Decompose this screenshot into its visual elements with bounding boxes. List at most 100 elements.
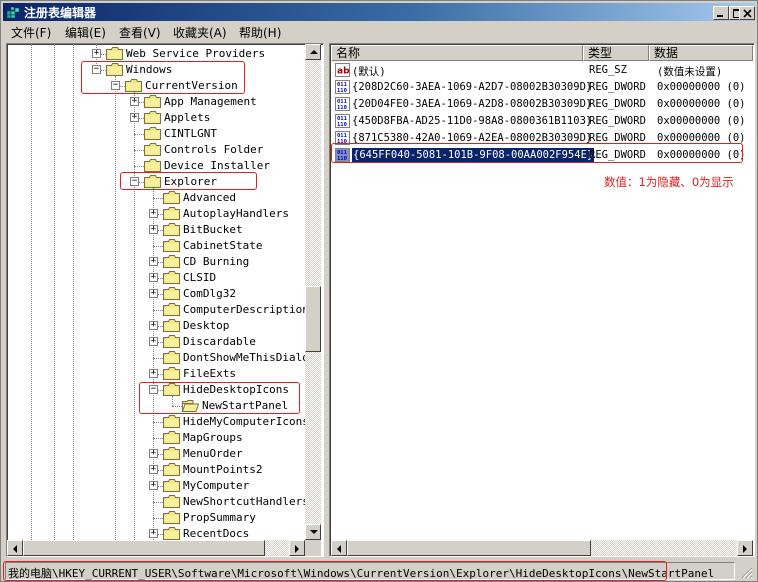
expander-glyph: + (131, 112, 138, 122)
list-scroll-left-button[interactable] (331, 540, 347, 556)
value-data: (数值未设置) (657, 66, 723, 78)
tree-node[interactable]: + MountPoints2 (7, 462, 305, 478)
tree-node[interactable]: HideMyComputerIcons (7, 414, 309, 430)
expand-icon[interactable]: + (149, 224, 158, 234)
menu-help[interactable]: 帮助(H) (239, 24, 281, 41)
expand-icon[interactable]: + (149, 336, 158, 346)
tree-node[interactable]: PropSummary (7, 510, 305, 526)
tree-node[interactable]: + BitBucket (7, 222, 305, 238)
list-horizontal-scrollbar[interactable] (331, 540, 753, 556)
tree-node-label: CabinetState (183, 239, 263, 252)
expander-glyph: + (150, 272, 157, 282)
value-row[interactable]: 011 110 {20D04FE0-3AEA-1069-A2D8-08002B303… (332, 96, 752, 113)
minimize-button[interactable] (713, 6, 729, 20)
tree-node[interactable]: + ComDlg32 (7, 286, 305, 302)
expand-icon[interactable]: + (149, 288, 158, 298)
value-row[interactable]: 011 110 {871C5380-42A0-1069-A2EA-08002B303… (332, 130, 752, 147)
tree-node[interactable]: − HideDesktopIcons (7, 382, 305, 398)
tree-vertical-scrollbar[interactable] (305, 44, 321, 540)
collapse-icon[interactable]: − (130, 176, 139, 186)
tree-node[interactable]: CINTLGNT (7, 126, 305, 142)
tree-node[interactable]: + MyComputer (7, 478, 305, 494)
value-row[interactable]: 011 110 {208D2C60-3AEA-1069-A2D7-08002B303… (332, 79, 752, 96)
tree-node[interactable]: + AutoplayHandlers (7, 206, 305, 222)
title-bar[interactable]: 注册表编辑器 (3, 3, 755, 21)
tree-node[interactable]: + FileExts (7, 366, 305, 382)
tree-node[interactable]: + CD Burning (7, 254, 305, 270)
expand-icon[interactable]: + (130, 96, 139, 106)
expand-icon[interactable]: + (149, 448, 158, 458)
tree-scroll-up-button[interactable] (305, 44, 321, 60)
arrow-up-icon (310, 50, 318, 54)
expand-icon[interactable]: + (149, 480, 158, 490)
tree-scroll-left-button[interactable] (7, 540, 23, 556)
tree-scroll-thumb[interactable] (305, 286, 321, 352)
value-row[interactable]: 011 110 {645FF040-5081-101B-9F08-00AA002F9… (332, 147, 752, 164)
expand-icon[interactable]: + (149, 320, 158, 330)
menu-favorites[interactable]: 收藏夹(A) (173, 24, 227, 41)
folder-icon (144, 111, 161, 124)
collapse-icon[interactable]: − (111, 80, 120, 90)
tree-node-label: NewStartPanel (202, 399, 289, 412)
tree-node[interactable]: CabinetState (7, 238, 305, 254)
list-header: 名称 类型 数据 (331, 45, 753, 61)
tree-node[interactable]: ComputerDescriptions (7, 302, 315, 318)
tree-node[interactable]: + App Management (7, 94, 305, 110)
value-type: REG_DWORD (589, 81, 646, 93)
list-scroll-right-button[interactable] (737, 540, 753, 556)
folder-icon (163, 335, 180, 348)
tree-node[interactable]: DontShowMeThisDialog (7, 350, 315, 366)
tree-node[interactable]: + MenuOrder (7, 446, 305, 462)
menu-view[interactable]: 查看(V) (119, 24, 161, 41)
tree-scroll-right-button[interactable] (289, 540, 305, 556)
tree-node[interactable]: + Desktop (7, 318, 305, 334)
column-header-name[interactable]: 名称 (331, 45, 583, 61)
tree-node[interactable]: NewStartPanel (7, 398, 305, 414)
resize-grip-icon[interactable] (741, 567, 753, 579)
tree-hscroll-thumb[interactable] (23, 540, 265, 556)
expand-icon[interactable]: + (130, 112, 139, 122)
tree-node-label: CD Burning (183, 255, 250, 268)
expand-icon[interactable]: + (149, 208, 158, 218)
tree-node[interactable]: Device Installer (7, 158, 305, 174)
tree-node[interactable]: MapGroups (7, 430, 305, 446)
tree-horizontal-scrollbar[interactable] (7, 540, 305, 556)
collapse-icon[interactable]: − (92, 64, 101, 74)
tree-scroll-down-button[interactable] (305, 524, 321, 540)
expand-icon[interactable]: + (92, 48, 101, 58)
tree-node[interactable]: − CurrentVersion (7, 78, 305, 94)
menu-edit[interactable]: 编辑(E) (65, 24, 106, 41)
expander-glyph: − (150, 384, 157, 394)
tree-node[interactable]: + Web Service Providers (7, 46, 305, 62)
expand-icon[interactable]: + (149, 368, 158, 378)
tree-node[interactable]: + CLSID (7, 270, 305, 286)
expand-icon[interactable]: + (149, 272, 158, 282)
expand-icon[interactable]: + (149, 528, 158, 538)
column-header-data[interactable]: 数据 (649, 45, 753, 61)
dword-value-icon: 011 110 (335, 114, 350, 128)
collapse-icon[interactable]: − (149, 384, 158, 394)
tree-node[interactable]: + Discardable (7, 334, 305, 350)
value-row[interactable]: 011 110 {450D8FBA-AD25-11D0-98A8-0800361B1… (332, 113, 752, 130)
folder-icon (163, 223, 180, 236)
tree-node[interactable]: − Explorer (7, 174, 305, 190)
value-data: 0x00000000 (0) (657, 81, 746, 93)
close-button[interactable] (739, 6, 755, 20)
folder-icon (163, 207, 180, 220)
close-icon (743, 9, 752, 18)
tree-node[interactable]: Advanced (7, 190, 305, 206)
column-header-type[interactable]: 类型 (583, 45, 649, 61)
value-row[interactable]: ab (默认) REG_SZ (数值未设置) (332, 62, 752, 79)
expand-icon[interactable]: + (149, 464, 158, 474)
tree-node[interactable]: Controls Folder (7, 142, 305, 158)
values-list-pane: 名称 类型 数据 ab (默认) REG_SZ (数值未设置) 011 110 {208D2… (329, 43, 755, 557)
status-path: 我的电脑\HKEY_CURRENT_USER\Software\Microsof… (5, 562, 735, 580)
tree-node[interactable]: NewShortcutHandlers (7, 494, 309, 510)
tree-node-label: Device Installer (164, 159, 270, 172)
tree-node[interactable]: + Applets (7, 110, 305, 126)
list-hscroll-thumb[interactable] (347, 540, 591, 556)
expand-icon[interactable]: + (149, 256, 158, 266)
menu-file[interactable]: 文件(F) (11, 24, 51, 41)
tree-node[interactable]: − Windows (7, 62, 305, 78)
value-type: REG_SZ (589, 64, 627, 76)
